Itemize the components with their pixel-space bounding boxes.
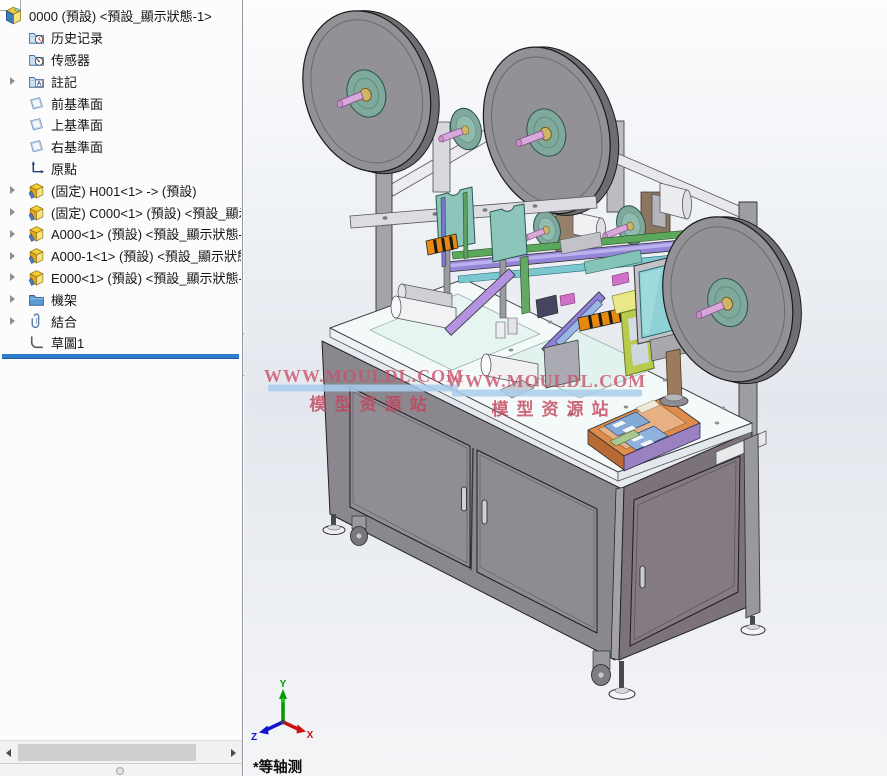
sketch-icon [28, 334, 45, 351]
folder-icon [28, 291, 45, 308]
axis-x-label: X [307, 730, 314, 741]
tree-item-label: 0000 (預設) <預設_顯示狀態-1> [29, 6, 212, 25]
expand-arrow-icon[interactable] [10, 273, 15, 281]
scroll-right-button[interactable] [225, 741, 242, 764]
expand-arrow-icon[interactable] [10, 208, 15, 216]
watermark-2: WWW.MOULDL.COM 模型资源站 [446, 371, 646, 419]
tree-horizontal-scrollbar[interactable] [0, 740, 242, 764]
assembly-icon [4, 6, 23, 25]
tree-item-label: A000-1<1> (預設) <預設_顯示狀態 [51, 246, 241, 265]
tree-item-component-e000[interactable]: E000<1> (預設) <預設_顯示狀態-1 [0, 267, 241, 289]
tree-item-front-plane[interactable]: 前基準面 [0, 92, 241, 114]
door-handle[interactable] [462, 487, 467, 511]
tree-item-sketch1[interactable]: 草圖1 [0, 332, 241, 354]
tree-item-mates[interactable]: 結合 [0, 310, 241, 332]
expand-arrow-icon[interactable] [10, 186, 15, 194]
orientation-triad: Y X Z [251, 679, 314, 743]
view-orientation-label: *等轴测 [253, 758, 302, 776]
axis-z-label: Z [251, 732, 257, 743]
plane-icon [28, 95, 45, 112]
watermark-1: WWW.MOULDL.COM 模型资源站 [264, 366, 464, 414]
tree-item-label: 結合 [51, 312, 77, 331]
component-icon [28, 204, 45, 221]
monitor-pole [666, 349, 682, 401]
scroll-left-button[interactable] [0, 741, 17, 764]
tree-item-label: A000<1> (預設) <預設_顯示狀態-1 [51, 224, 241, 243]
graphics-area[interactable]: WWW.MOULDL.COM 模型资源站 WWW.MOULDL.COM 模型资源… [244, 0, 887, 776]
tree-item-frame-folder[interactable]: 機架 [0, 288, 241, 310]
annotations-folder-icon [28, 73, 45, 90]
axis-y-label: Y [280, 679, 287, 690]
tree-item-component-c000[interactable]: (固定) C000<1> (預設) <預設_顯示狀 [0, 201, 241, 223]
expand-arrow-icon[interactable] [10, 230, 15, 238]
tree-item-right-plane[interactable]: 右基準面 [0, 136, 241, 158]
panel-bottom-splitter[interactable] [0, 763, 242, 776]
door-handle[interactable] [640, 566, 645, 588]
history-folder-icon [28, 29, 45, 46]
tree-item-label: 右基準面 [51, 137, 103, 156]
plane-icon [28, 138, 45, 155]
watermark-url-text: WWW.MOULDL.COM [446, 371, 646, 391]
rollback-bar[interactable] [2, 354, 239, 359]
feature-manager-panel: 0000 (預設) <預設_顯示狀態-1> 历史记录 传感器 註記 前基準面 [0, 0, 243, 776]
solidworks-window: 0000 (預設) <預設_顯示狀態-1> 历史记录 传感器 註記 前基準面 [0, 0, 887, 776]
door-handle[interactable] [482, 500, 487, 524]
component-icon [28, 225, 45, 242]
feature-tree: 0000 (預設) <預設_顯示狀態-1> 历史记录 传感器 註記 前基準面 [0, 5, 241, 354]
expand-arrow-icon[interactable] [10, 252, 15, 260]
splitter-handle[interactable] [116, 767, 124, 775]
watermark-site-text: 模型资源站 [492, 399, 617, 419]
plane-icon [28, 116, 45, 133]
tree-item-label: 原點 [51, 159, 77, 178]
component-icon [28, 247, 45, 264]
component-icon [28, 269, 45, 286]
watermark-url-text: WWW.MOULDL.COM [264, 366, 464, 386]
tree-item-label: 草圖1 [51, 333, 84, 352]
tree-item-label: (固定) C000<1> (預設) <預設_顯示狀 [51, 203, 241, 222]
tree-item-component-a000-1[interactable]: A000-1<1> (預設) <預設_顯示狀態 [0, 245, 241, 267]
tree-item-label: 历史记录 [51, 28, 103, 47]
tree-item-assembly-root[interactable]: 0000 (預設) <預設_顯示狀態-1> [0, 5, 241, 27]
expand-arrow-icon[interactable] [10, 295, 15, 303]
tree-item-component-h001[interactable]: (固定) H001<1> -> (預設) [0, 179, 241, 201]
tree-item-label: 传感器 [51, 50, 90, 69]
tree-item-label: 上基準面 [51, 115, 103, 134]
tree-item-component-a000[interactable]: A000<1> (預設) <預設_顯示狀態-1 [0, 223, 241, 245]
tree-item-label: E000<1> (預設) <預設_顯示狀態-1 [51, 268, 241, 287]
right-arrow-icon [231, 749, 236, 757]
tree-item-label: 機架 [51, 290, 77, 309]
sensors-folder-icon [28, 51, 45, 68]
watermark-site-text: 模型资源站 [310, 394, 435, 414]
tree-item-top-plane[interactable]: 上基準面 [0, 114, 241, 136]
expand-arrow-icon[interactable] [10, 317, 15, 325]
tree-item-label: (固定) H001<1> -> (預設) [51, 181, 197, 200]
mates-paperclip-icon [28, 313, 45, 330]
tree-item-label: 註記 [51, 72, 77, 91]
origin-icon [28, 160, 45, 177]
tree-item-history[interactable]: 历史记录 [0, 27, 241, 49]
expand-arrow-icon[interactable] [10, 77, 15, 85]
tree-item-label: 前基準面 [51, 94, 103, 113]
tree-item-origin[interactable]: 原點 [0, 158, 241, 180]
tree-item-sensors[interactable]: 传感器 [0, 49, 241, 71]
3d-model-view[interactable]: WWW.MOULDL.COM 模型资源站 WWW.MOULDL.COM 模型资源… [244, 0, 887, 776]
tree-item-annotations[interactable]: 註記 [0, 70, 241, 92]
left-arrow-icon [6, 749, 11, 757]
component-icon [28, 182, 45, 199]
scrollbar-thumb[interactable] [18, 744, 196, 761]
